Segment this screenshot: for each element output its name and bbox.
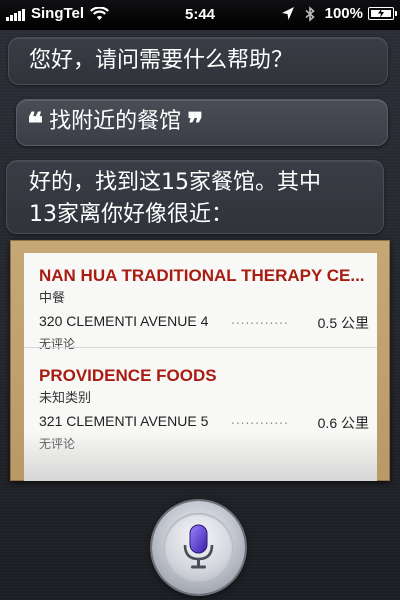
result-leader-dots: ............	[231, 313, 289, 327]
result-divider	[24, 347, 377, 348]
result-address: 321 CLEMENTI AVENUE 5	[39, 413, 209, 429]
result-reviews: 无评论	[39, 337, 76, 351]
result-item[interactable]: NAN HUA TRADITIONAL THERAPY CE... 中餐 320…	[39, 265, 369, 353]
assistant-reply-line2: 13家离你好像很近：	[29, 202, 233, 227]
location-icon	[281, 6, 294, 20]
microphone-button-inner	[164, 513, 233, 582]
battery-percent: 100%	[324, 5, 363, 22]
status-right: 100%	[281, 5, 397, 22]
status-bar: SingTel 5:44 100%	[0, 0, 400, 30]
result-distance: 0.5 公里	[317, 315, 369, 331]
results-card-frame: NAN HUA TRADITIONAL THERAPY CE... 中餐 320…	[10, 240, 390, 481]
result-leader-dots: ............	[231, 413, 289, 427]
close-quote-icon: ❞	[187, 107, 204, 142]
result-distance: 0.6 公里	[317, 415, 369, 431]
result-category: 未知类别	[39, 391, 92, 406]
results-card: NAN HUA TRADITIONAL THERAPY CE... 中餐 320…	[24, 253, 377, 481]
result-name[interactable]: NAN HUA TRADITIONAL THERAPY CE...	[39, 265, 369, 287]
user-query-bubble[interactable]: ❝ 找附近的餐馆 ❞	[16, 99, 388, 146]
microphone-button[interactable]	[152, 501, 245, 594]
user-query-text: 附近的餐馆	[71, 109, 182, 134]
result-item[interactable]: PROVIDENCE FOODS 未知类别 321 CLEMENTI AVENU…	[39, 365, 369, 453]
assistant-greeting-text: 您好，请问需要什么帮助？	[29, 48, 294, 73]
assistant-greeting-bubble: 您好，请问需要什么帮助？	[8, 37, 388, 85]
result-reviews: 无评论	[39, 437, 76, 451]
bluetooth-icon	[305, 5, 315, 22]
result-name[interactable]: PROVIDENCE FOODS	[39, 365, 369, 387]
assistant-reply-line1: 好的，找到这15家餐馆。其中	[29, 170, 321, 195]
siri-screen: SingTel 5:44 100% 您好，请问需要什么帮助？ ❝ 找附近的餐馆 …	[0, 0, 400, 600]
result-address: 320 CLEMENTI AVENUE 4	[39, 313, 209, 329]
result-address-row: 320 CLEMENTI AVENUE 4 ............ 0.5 公…	[39, 309, 369, 335]
user-query-edited-word[interactable]: 找	[49, 109, 72, 134]
battery-charging-icon	[368, 7, 397, 20]
result-category: 中餐	[39, 291, 66, 306]
assistant-reply-bubble: 好的，找到这15家餐馆。其中 13家离你好像很近：	[6, 160, 384, 234]
open-quote-icon: ❝	[27, 107, 44, 142]
microphone-icon	[183, 524, 214, 569]
result-address-row: 321 CLEMENTI AVENUE 5 ............ 0.6 公…	[39, 409, 369, 435]
